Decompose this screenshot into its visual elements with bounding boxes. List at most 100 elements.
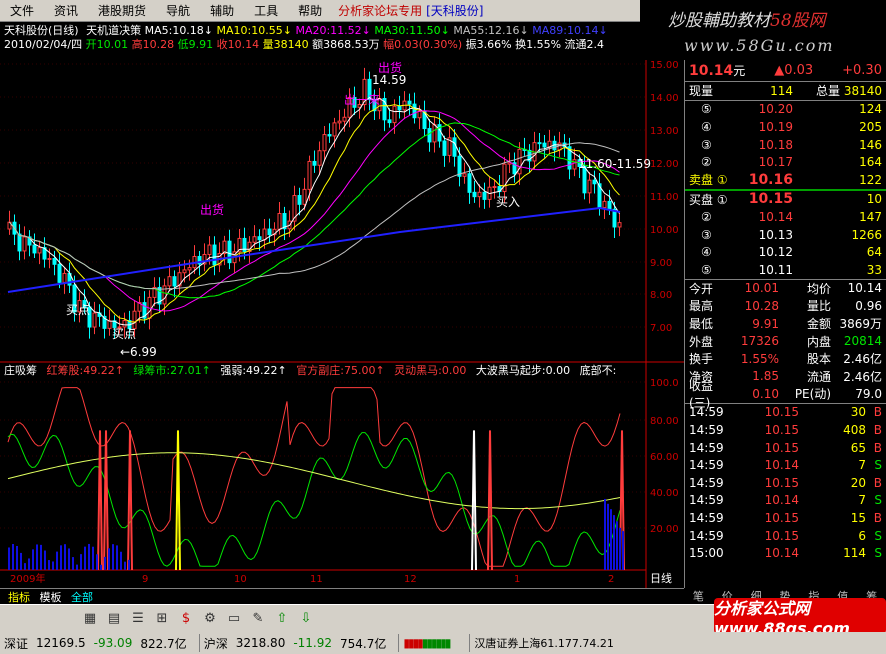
- hs-change: -11.92: [293, 636, 333, 650]
- volume-bar: [16, 545, 18, 570]
- tick-row[interactable]: 14:59 10.15 408 B: [685, 421, 886, 439]
- tick-row[interactable]: 14:59 10.14 7 S: [685, 492, 886, 510]
- bid-level-5[interactable]: ⑤ 10.11 33: [685, 261, 886, 279]
- chart-icon[interactable]: ▤: [104, 609, 124, 629]
- sell-point-1: 出货: [200, 202, 224, 217]
- right-tab-0[interactable]: 笔: [684, 588, 713, 603]
- candle-body: [107, 320, 112, 329]
- volume-bar: [116, 545, 118, 570]
- time-axis-label: 2009年: [10, 572, 45, 585]
- kline-chart[interactable]: 15.00 14.00 13.00 12.00 11.00 10.00 9.00 8.00 7.…: [0, 22, 684, 588]
- bid-level-2[interactable]: ② 10.14 147: [685, 208, 886, 226]
- stats-table: 今开 10.01 均价 10.14 最高 10.28 量比 0.96 最低 9.91 金额 3869万…: [685, 278, 886, 410]
- arrow-down-icon[interactable]: ⇩: [296, 609, 316, 629]
- tick-row[interactable]: 14:59 10.15 6 S: [685, 527, 886, 545]
- tick-row[interactable]: 14:59 10.14 7 S: [685, 456, 886, 474]
- ask-level-2[interactable]: ② 10.17 164: [685, 153, 886, 171]
- buy-point-1: 买点: [66, 303, 90, 317]
- volume-bar: [28, 558, 30, 570]
- chart-stock-title: 天科股份(日线): [4, 24, 79, 37]
- arrow-up-icon[interactable]: ⇧: [272, 609, 292, 629]
- menu-hk-futures[interactable]: 港股期货: [88, 2, 156, 19]
- ask-level-3[interactable]: ③ 10.18 146: [685, 136, 886, 154]
- candle-body: [92, 312, 97, 328]
- menu-help[interactable]: 帮助: [288, 2, 332, 19]
- tab-template[interactable]: 模板: [40, 591, 62, 604]
- stat-row: 外盘 17326 内盘 20814: [689, 334, 882, 349]
- menu-assist[interactable]: 辅助: [200, 2, 244, 19]
- ask-level-1[interactable]: 卖盘 ① 10.16 122: [685, 171, 886, 189]
- candle-body: [57, 263, 62, 283]
- volume-bar: [80, 554, 82, 570]
- candle-body: [187, 267, 192, 271]
- hs-label: 沪深: [203, 636, 228, 651]
- ma-label-3: MA30:11.50↓: [370, 24, 450, 37]
- candle-body: [542, 142, 547, 148]
- volume-bar: [616, 521, 618, 570]
- candle-body: [297, 195, 302, 205]
- candle-body: [317, 150, 322, 166]
- tab-all[interactable]: 全部: [71, 591, 93, 604]
- bid-level-4[interactable]: ④ 10.12 64: [685, 243, 886, 261]
- tick-row[interactable]: 14:59 10.15 15 B: [685, 509, 886, 527]
- candle-body: [257, 236, 262, 241]
- stock-name-label: [天科股份]: [426, 4, 484, 18]
- price-axis-label: 13.00: [650, 126, 679, 137]
- menu-file[interactable]: 文件: [0, 2, 44, 19]
- candle-body: [392, 105, 397, 124]
- volume-bar: [56, 551, 58, 570]
- volume-row: 现量 114 总量 38140: [689, 83, 882, 99]
- candle-body: [332, 122, 337, 137]
- ask-level-4[interactable]: ④ 10.19 205: [685, 118, 886, 136]
- last-price: 10.14: [689, 63, 734, 79]
- price-axis-label: 12.00: [650, 159, 679, 170]
- candle-body: [17, 233, 22, 252]
- tick-row[interactable]: 14:59 10.15 65 B: [685, 439, 886, 457]
- hs-amount: 754.7亿: [340, 636, 387, 651]
- candle-body: [37, 247, 42, 254]
- tab-indicator[interactable]: 指标: [8, 591, 30, 604]
- tick-row[interactable]: 15:00 10.14 114 S: [685, 544, 886, 562]
- menu-tools[interactable]: 工具: [244, 2, 288, 19]
- indicator-label-5: 大波黑马起步:0.00: [472, 364, 571, 377]
- window-icon[interactable]: ▭: [224, 609, 244, 629]
- volume-bar: [108, 548, 110, 570]
- candle-body: [32, 244, 37, 254]
- stat-row: 收益(三) 0.10 PE(动) 79.0: [689, 378, 882, 410]
- tick-row[interactable]: 14:59 10.15 30 B: [685, 404, 886, 422]
- tick-list[interactable]: 14:59 10.15 30 B 14:59 10.15 408 B 14:59 10.15 65 B…: [685, 402, 886, 562]
- period-label: 日线: [650, 571, 672, 585]
- list-icon[interactable]: ☰: [128, 609, 148, 629]
- table-icon[interactable]: ⊞: [152, 609, 172, 629]
- banner-url: www.58Gu.com: [684, 36, 835, 55]
- ask-level-5[interactable]: ⑤ 10.20 124: [685, 101, 886, 119]
- sz-value: 12169.5: [36, 636, 86, 650]
- mid-signal: 出一来: [344, 93, 380, 107]
- candle-body: [122, 320, 127, 328]
- quote-summary: 10.14元 ▲0.03 +0.30: [685, 60, 886, 82]
- tick-row[interactable]: 14:59 10.15 20 B: [685, 474, 886, 492]
- volume-bar: [128, 559, 130, 570]
- price-axis-label: 8.00: [650, 290, 672, 301]
- bid-level-3[interactable]: ③ 10.13 1266: [685, 226, 886, 244]
- indicator-name: 庄吸筹: [4, 364, 37, 377]
- volume-bar: [44, 550, 46, 570]
- chart-bg: [0, 22, 684, 588]
- candle-body: [47, 257, 52, 260]
- volume-bar: [60, 545, 62, 570]
- volume-bar: [20, 552, 22, 570]
- pencil-icon[interactable]: ✎: [248, 609, 268, 629]
- grid-icon[interactable]: ▦: [80, 609, 100, 629]
- dollar-icon[interactable]: $: [176, 609, 196, 629]
- menu-navigate[interactable]: 导航: [156, 2, 200, 19]
- chart-open: 开10.01: [85, 38, 129, 51]
- menu-news[interactable]: 资讯: [44, 2, 88, 19]
- candle-body: [337, 120, 342, 124]
- bid-level-1[interactable]: 买盘 ① 10.15 10: [685, 191, 886, 209]
- sz-amount: 822.7亿: [140, 636, 187, 651]
- banner-title: 炒股輔助教材58股网: [668, 11, 826, 31]
- volume-bar: [64, 544, 66, 570]
- forum-label: 分析家论坛专用: [338, 4, 423, 18]
- indicator-label-6: 底部不:: [576, 364, 617, 377]
- tools-icon[interactable]: ⚙: [200, 609, 220, 629]
